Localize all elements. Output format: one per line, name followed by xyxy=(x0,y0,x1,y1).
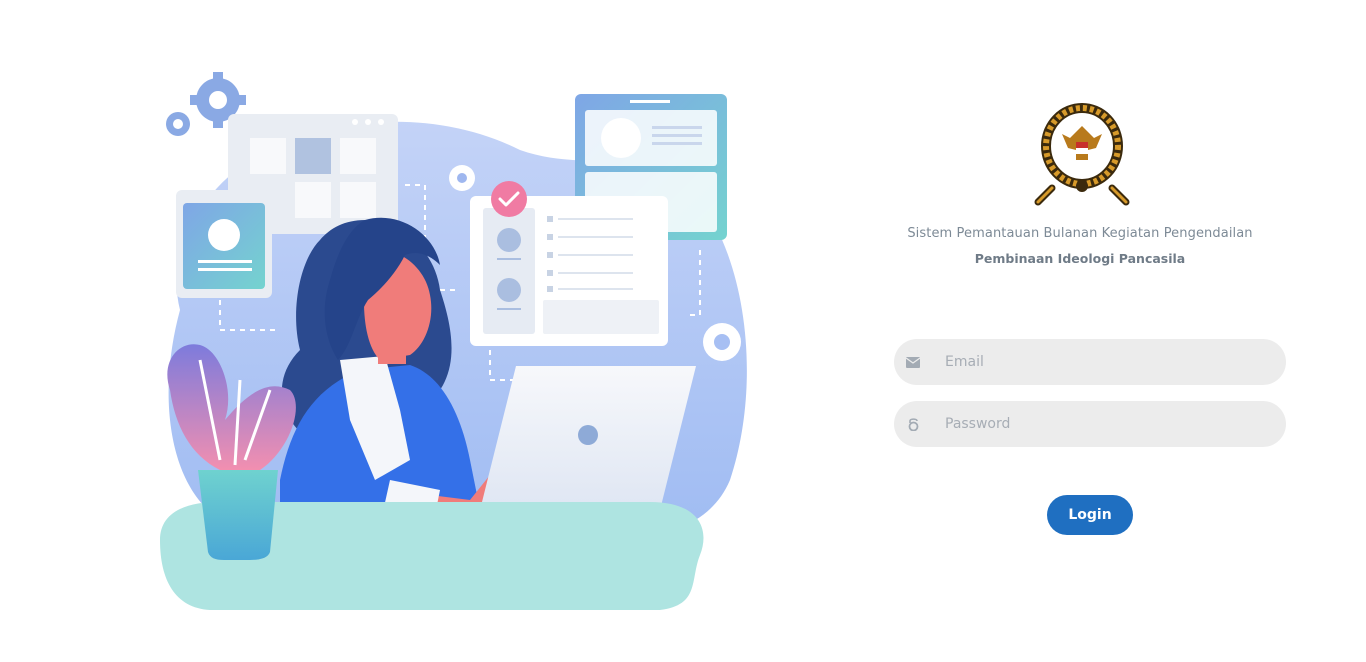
envelope-icon xyxy=(905,354,921,370)
gear-icon xyxy=(166,112,190,136)
password-input[interactable] xyxy=(943,415,1267,433)
email-input[interactable] xyxy=(943,353,1267,371)
login-button[interactable]: Login xyxy=(1047,495,1133,535)
email-field xyxy=(894,339,1286,385)
gear-icon xyxy=(703,323,741,361)
app-subtitle: Sistem Pemantauan Bulanan Kegiatan Penge… xyxy=(907,226,1253,241)
lock-icon xyxy=(905,416,921,432)
password-field xyxy=(894,401,1286,447)
login-panel: Sistem Pemantauan Bulanan Kegiatan Penge… xyxy=(880,0,1300,662)
app-title: Pembinaan Ideologi Pancasila xyxy=(974,251,1186,266)
login-page: Sistem Pemantauan Bulanan Kegiatan Penge… xyxy=(0,0,1366,662)
hero-illustration xyxy=(160,72,747,610)
task-list-card xyxy=(470,196,668,346)
profile-card xyxy=(176,190,272,298)
checkmark-icon xyxy=(491,181,527,217)
garuda-emblem-logo xyxy=(1034,103,1130,206)
gear-icon xyxy=(449,165,475,191)
